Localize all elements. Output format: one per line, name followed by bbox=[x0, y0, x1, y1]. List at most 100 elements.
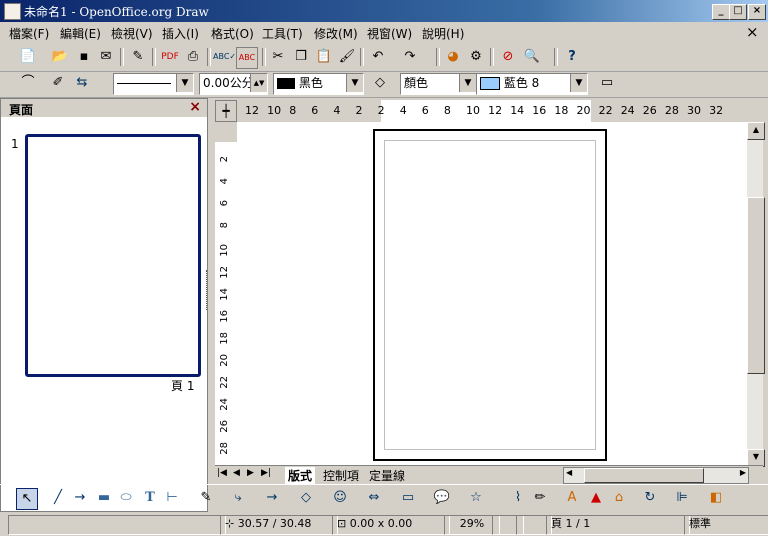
tab-dimension-lines[interactable]: 定量線 bbox=[369, 467, 405, 484]
last-tab-icon[interactable]: ▶| bbox=[261, 468, 271, 478]
area-fill-icon[interactable]: ◇ bbox=[370, 73, 390, 93]
ruler-tick-label: 2 bbox=[219, 156, 230, 163]
ruler-tick-label: 12 bbox=[245, 104, 259, 117]
copy-icon[interactable]: ❐ bbox=[291, 47, 311, 67]
format-paintbrush-icon[interactable]: 🖌 bbox=[337, 47, 357, 67]
page-thumbnail[interactable] bbox=[25, 134, 201, 377]
line-style-select[interactable]: ▼ bbox=[113, 73, 194, 95]
menu-tools[interactable]: 工具(T) bbox=[262, 25, 303, 42]
prev-tab-icon[interactable]: ◀ bbox=[233, 468, 240, 478]
area-color-select[interactable]: 藍色 8 ▼ bbox=[476, 73, 588, 95]
chevron-down-icon: ▼ bbox=[570, 74, 587, 92]
app-icon[interactable] bbox=[4, 3, 21, 20]
shadow-icon[interactable]: ▭ bbox=[597, 73, 617, 93]
chart-icon[interactable]: ◕ bbox=[443, 47, 463, 67]
ruler-tick-label: 16 bbox=[532, 104, 547, 117]
vertical-scrollbar[interactable]: ▲ ▼ bbox=[747, 122, 765, 467]
menu-format[interactable]: 格式(O) bbox=[211, 25, 254, 42]
points-icon[interactable]: ⌇ bbox=[508, 488, 528, 508]
rotate-icon[interactable]: ↻ bbox=[640, 488, 660, 508]
line-width-field[interactable]: 0.00公分 ▲▼ bbox=[199, 73, 268, 95]
menu-window[interactable]: 視窗(W) bbox=[367, 25, 412, 42]
ruler-tick-label: 22 bbox=[598, 104, 613, 117]
navigator-compass-icon[interactable]: ⊘ bbox=[498, 47, 518, 67]
select-arrow-icon[interactable]: ↖ bbox=[16, 488, 38, 510]
tab-layout[interactable]: 版式 bbox=[285, 467, 316, 484]
flowchart-icon[interactable]: ▭ bbox=[398, 488, 418, 508]
close-window-button[interactable]: × bbox=[748, 4, 766, 20]
zoom-icon[interactable]: 🔍 bbox=[522, 47, 542, 67]
edit-icon[interactable]: ✎ bbox=[128, 47, 148, 67]
vertical-ruler[interactable]: 2 4 6 8 10 12 14 16 18 20 22 24 26 28 bbox=[215, 122, 237, 465]
undo-icon[interactable]: ↶ bbox=[368, 47, 388, 67]
menu-view[interactable]: 檢視(V) bbox=[111, 25, 153, 42]
connector-tool-icon[interactable]: ⤷ bbox=[228, 488, 248, 508]
email-icon[interactable]: ✉ bbox=[96, 47, 116, 67]
paste-icon[interactable]: 📋 bbox=[314, 47, 334, 67]
lines-arrows-icon[interactable]: → bbox=[262, 488, 282, 508]
tab-controls[interactable]: 控制項 bbox=[323, 467, 359, 484]
ellipse-tool-icon[interactable]: ⬭ bbox=[116, 488, 136, 508]
horizontal-ruler[interactable]: 12 10 8 6 4 2 2 4 6 8 10 12 14 16 18 20 22 24 26 28 30 32 bbox=[237, 100, 747, 122]
alignment-icon[interactable]: ⊫ bbox=[672, 488, 692, 508]
line-tool-icon[interactable]: ╱ bbox=[48, 488, 68, 508]
glue-points-icon[interactable]: ✏ bbox=[530, 488, 550, 508]
menu-help[interactable]: 說明(H) bbox=[422, 25, 464, 42]
first-tab-icon[interactable]: |◀ bbox=[217, 468, 227, 478]
close-document-button[interactable]: × bbox=[746, 23, 759, 41]
callouts-icon[interactable]: 💬 bbox=[432, 488, 452, 508]
scroll-left-icon[interactable]: ◀ bbox=[566, 468, 572, 477]
tab-type-icon[interactable]: ┿ bbox=[215, 100, 237, 122]
navigator-icon[interactable]: ⚙ bbox=[466, 47, 486, 67]
window-title: 未命名1 - OpenOffice.org Draw bbox=[24, 5, 209, 19]
area-style-select[interactable]: 顏色 ▼ bbox=[400, 73, 477, 95]
block-arrows-icon[interactable]: ⇔ bbox=[364, 488, 384, 508]
menu-modify[interactable]: 修改(M) bbox=[314, 25, 358, 42]
arrange-icon[interactable]: ◧ bbox=[706, 488, 726, 508]
close-icon[interactable]: × bbox=[189, 99, 201, 115]
drawing-canvas[interactable] bbox=[237, 122, 747, 465]
help-icon[interactable]: ? bbox=[562, 47, 582, 67]
page-sheet[interactable] bbox=[373, 129, 607, 461]
pdf-icon[interactable]: PDF bbox=[160, 47, 180, 67]
arrow-tool-icon[interactable]: → bbox=[70, 488, 90, 508]
panel-splitter[interactable] bbox=[206, 270, 210, 310]
select-mode-icon[interactable]: ⌒ bbox=[18, 73, 38, 93]
line-icon[interactable]: ✐ bbox=[48, 73, 68, 93]
fontwork-icon[interactable]: A bbox=[562, 488, 582, 508]
stars-icon[interactable]: ☆ bbox=[466, 488, 486, 508]
basic-shapes-icon[interactable]: ◇ bbox=[296, 488, 316, 508]
ruler-tick-label: 18 bbox=[554, 104, 569, 117]
cut-icon[interactable]: ✂ bbox=[268, 47, 288, 67]
save-icon[interactable]: ▪ bbox=[74, 47, 94, 67]
scrollbar-thumb[interactable] bbox=[584, 468, 704, 483]
gallery-icon[interactable]: ⌂ bbox=[609, 488, 629, 508]
ruler-tick-label: 10 bbox=[267, 104, 282, 117]
scrollbar-thumb[interactable] bbox=[747, 197, 765, 374]
ruler-tick-label: 24 bbox=[219, 398, 230, 411]
arrow-style-icon[interactable]: ⇆ bbox=[72, 73, 92, 93]
horizontal-scrollbar[interactable]: ◀ ▶ bbox=[563, 467, 749, 484]
line-color-select[interactable]: 黑色 ▼ bbox=[273, 73, 364, 95]
autospell-icon[interactable]: ABC bbox=[236, 47, 258, 69]
open-icon[interactable]: 📂 bbox=[50, 47, 70, 67]
maximize-button[interactable]: □ bbox=[729, 4, 747, 20]
menu-file[interactable]: 檔案(F) bbox=[9, 25, 49, 42]
minimize-button[interactable]: _ bbox=[712, 4, 730, 20]
scroll-up-icon[interactable]: ▲ bbox=[747, 122, 765, 140]
scroll-right-icon[interactable]: ▶ bbox=[740, 468, 746, 477]
new-icon[interactable]: 📄 bbox=[18, 47, 38, 67]
menu-insert[interactable]: 插入(I) bbox=[162, 25, 199, 42]
curve-tool-icon[interactable]: ✎ bbox=[196, 488, 216, 508]
text-tool-icon[interactable]: T bbox=[140, 488, 160, 508]
print-icon[interactable]: ⎙ bbox=[183, 47, 203, 67]
rectangle-tool-icon[interactable]: ▬ bbox=[94, 488, 114, 508]
symbol-shapes-icon[interactable]: ☺ bbox=[330, 488, 350, 508]
from-file-icon[interactable]: ▲ bbox=[586, 488, 606, 508]
menu-edit[interactable]: 編輯(E) bbox=[60, 25, 101, 42]
redo-icon[interactable]: ↷ bbox=[400, 47, 420, 67]
vertical-text-icon[interactable]: ⊢ bbox=[162, 488, 182, 508]
spellcheck-icon[interactable]: ABC✓ bbox=[213, 47, 236, 67]
spin-icon[interactable]: ▲▼ bbox=[250, 74, 267, 92]
next-tab-icon[interactable]: ▶ bbox=[247, 468, 254, 478]
